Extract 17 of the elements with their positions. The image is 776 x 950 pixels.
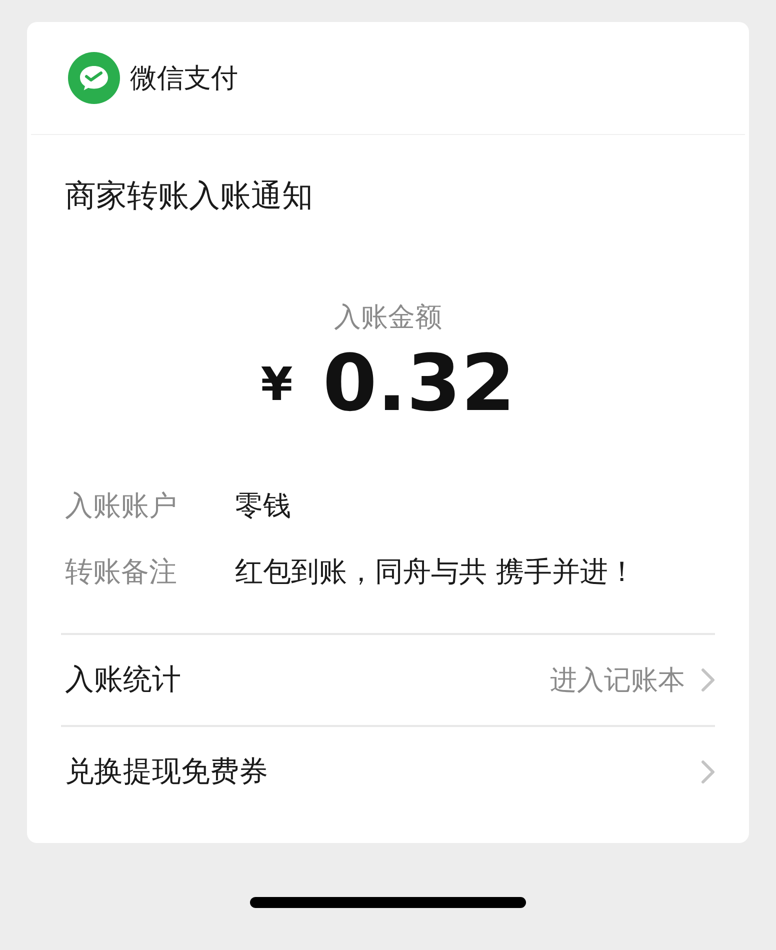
notification-title: 商家转账入账通知 xyxy=(64,177,314,216)
detail-label: 转账备注 xyxy=(65,554,178,590)
link-row[interactable]: 入账统计 进入记账本 xyxy=(61,633,715,725)
link-label: 兑换提现免费券 xyxy=(64,753,269,790)
wechat-pay-logo-icon xyxy=(68,52,120,104)
link-label: 入账统计 xyxy=(64,661,182,698)
detail-value: 红包到账，同舟与共 携手并进！ xyxy=(235,554,636,590)
amount-label: 入账金额 xyxy=(334,301,442,335)
currency-symbol: ¥ xyxy=(260,357,293,411)
brand-name: 微信支付 xyxy=(130,62,238,96)
link-row[interactable]: 兑换提现免费券 xyxy=(61,725,715,817)
detail-label: 入账账户 xyxy=(65,488,178,524)
chevron-right-icon xyxy=(701,668,715,692)
chevron-right-icon xyxy=(701,760,715,784)
detail-value: 零钱 xyxy=(235,488,291,524)
amount-value: 0.32 xyxy=(322,339,516,429)
link-hint: 进入记账本 xyxy=(550,664,685,698)
